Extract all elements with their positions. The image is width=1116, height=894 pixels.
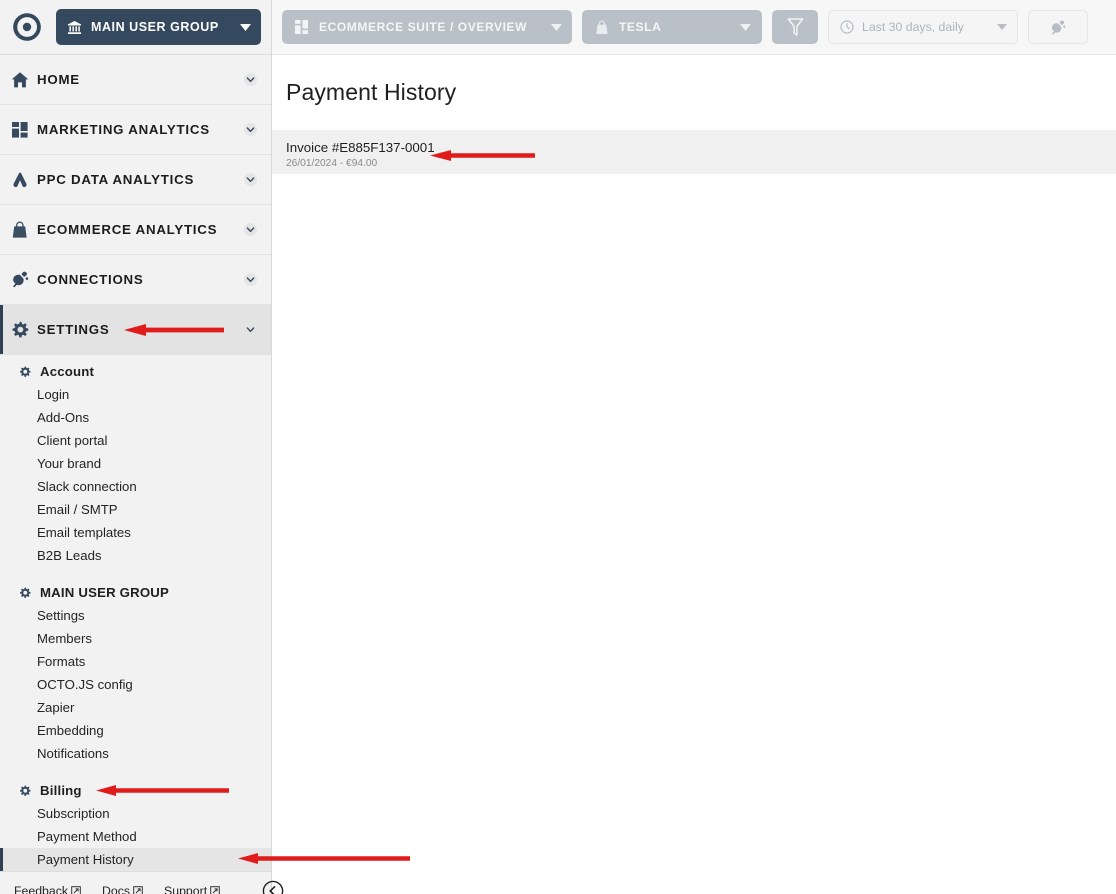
plug-icon	[1050, 19, 1067, 36]
filter-button[interactable]	[772, 10, 818, 44]
sidebar: MAIN USER GROUP HOME MARKETING ANALYTICS…	[0, 0, 410, 894]
sidebar-item-home[interactable]: HOME	[0, 55, 271, 105]
sidebar-item-ppc-data-analytics-label: PPC DATA ANALYTICS	[37, 172, 195, 187]
support-link-label: Support	[164, 884, 208, 894]
sidebar-item-email-smtp[interactable]: Email / SMTP	[0, 498, 271, 521]
invoice-title: Invoice #E885F137-0001	[286, 139, 435, 155]
account-selector-label: TESLA	[619, 20, 662, 34]
sidebar-item-ecommerce-analytics[interactable]: ECOMMERCE ANALYTICS	[0, 205, 271, 255]
sidebar-item-subscription[interactable]: Subscription	[0, 802, 271, 825]
external-link-icon	[71, 886, 81, 894]
sidebar-item-ppc-data-analytics[interactable]: PPC DATA ANALYTICS	[0, 155, 271, 205]
chevron-down-icon[interactable]	[243, 223, 257, 236]
main-user-group-section-label: MAIN USER GROUP	[40, 585, 170, 600]
invoice-row[interactable]: Invoice #E885F137-0001 26/01/2024 - €94.…	[272, 130, 1116, 174]
sidebar-item-ecommerce-analytics-label: ECOMMERCE ANALYTICS	[37, 222, 218, 237]
main-area: ECOMMERCE SUITE / OVERVIEW TESLA Last 30…	[272, 0, 1116, 894]
account-section-label: Account	[40, 364, 95, 379]
shopping-bag-icon	[595, 20, 609, 35]
sidebar-footer: Feedback Docs Support	[0, 871, 284, 894]
invoice-meta: 26/01/2024 - €94.00	[286, 157, 378, 169]
sidebar-nav: HOME MARKETING ANALYTICS PPC DATA ANALYT…	[0, 55, 271, 355]
sidebar-item-b2b-leads[interactable]: B2B Leads	[0, 544, 271, 567]
sidebar-item-your-brand[interactable]: Your brand	[0, 452, 271, 475]
connections-button[interactable]	[1028, 10, 1088, 44]
chevron-down-icon[interactable]	[243, 173, 257, 186]
gear-icon	[11, 321, 37, 339]
chevron-down-icon	[240, 23, 251, 31]
date-range-label: Last 30 days, daily	[862, 20, 964, 34]
app-root: MAIN USER GROUP HOME MARKETING ANALYTICS…	[0, 0, 1116, 894]
user-group-label: MAIN USER GROUP	[91, 20, 219, 34]
chevron-down-icon[interactable]	[243, 123, 257, 136]
billing-section-header: Billing	[0, 779, 271, 802]
topbar: ECOMMERCE SUITE / OVERVIEW TESLA Last 30…	[272, 0, 1116, 55]
chevron-down-icon[interactable]	[243, 273, 257, 286]
sidebar-item-payment-method[interactable]: Payment Method	[0, 825, 271, 848]
sidebar-item-add-ons[interactable]: Add-Ons	[0, 406, 271, 429]
gear-icon	[19, 587, 31, 599]
sidebar-item-notifications[interactable]: Notifications	[0, 742, 271, 765]
account-section-header: Account	[0, 360, 271, 383]
shopping-bag-icon	[11, 221, 37, 239]
chevron-down-icon[interactable]	[243, 73, 257, 86]
sidebar-item-connections[interactable]: CONNECTIONS	[0, 255, 271, 305]
external-link-icon	[133, 886, 143, 894]
sidebar-item-settings-sub[interactable]: Settings	[0, 604, 271, 627]
sidebar-item-members[interactable]: Members	[0, 627, 271, 650]
sidebar-subnav: Account Login Add-Ons Client portal Your…	[0, 355, 410, 871]
chevron-down-icon	[537, 23, 563, 31]
sidebar-item-login[interactable]: Login	[0, 383, 271, 406]
sidebar-item-formats[interactable]: Formats	[0, 650, 271, 673]
docs-link-label: Docs	[102, 884, 131, 894]
sidebar-item-marketing-analytics-label: MARKETING ANALYTICS	[37, 122, 210, 137]
sidebar-item-octojs-config[interactable]: OCTO.JS config	[0, 673, 271, 696]
sidebar-item-email-templates[interactable]: Email templates	[0, 521, 271, 544]
gear-icon	[19, 366, 31, 378]
billing-section-label: Billing	[40, 783, 82, 798]
ads-peak-icon	[11, 171, 37, 189]
sidebar-header: MAIN USER GROUP	[0, 0, 271, 55]
plug-icon	[11, 270, 37, 289]
home-icon	[11, 71, 37, 89]
annotation-arrow-billing	[96, 784, 229, 802]
circle-arrow-left-icon[interactable]	[262, 880, 284, 894]
octo-target-logo[interactable]	[8, 8, 46, 46]
sidebar-item-embedding[interactable]: Embedding	[0, 719, 271, 742]
feedback-link-label: Feedback	[14, 884, 69, 894]
date-range-selector[interactable]: Last 30 days, daily	[828, 10, 1018, 44]
chevron-down-icon	[997, 24, 1007, 30]
external-link-icon	[210, 886, 220, 894]
bank-icon	[67, 20, 82, 35]
page-title: Payment History	[286, 79, 457, 105]
grid-icon	[295, 20, 309, 34]
feedback-link[interactable]: Feedback	[14, 884, 81, 894]
sidebar-item-connections-label: CONNECTIONS	[37, 272, 144, 287]
grid-icon	[11, 121, 37, 139]
funnel-icon	[787, 17, 804, 37]
support-link[interactable]: Support	[164, 884, 220, 894]
chevron-down-icon[interactable]	[243, 323, 257, 336]
sidebar-item-marketing-analytics[interactable]: MARKETING ANALYTICS	[0, 105, 271, 155]
clock-icon	[840, 20, 854, 34]
sidebar-item-home-label: HOME	[37, 72, 80, 87]
chevron-down-icon	[726, 23, 751, 31]
sidebar-item-client-portal[interactable]: Client portal	[0, 429, 271, 452]
sidebar-item-settings-label: SETTINGS	[37, 322, 110, 337]
docs-link[interactable]: Docs	[102, 884, 143, 894]
suite-selector[interactable]: ECOMMERCE SUITE / OVERVIEW	[282, 10, 572, 44]
user-group-selector[interactable]: MAIN USER GROUP	[56, 9, 261, 45]
sidebar-item-settings[interactable]: SETTINGS	[0, 305, 271, 355]
invoice-list: Invoice #E885F137-0001 26/01/2024 - €94.…	[272, 130, 1116, 174]
sidebar-item-zapier[interactable]: Zapier	[0, 696, 271, 719]
account-selector[interactable]: TESLA	[582, 10, 762, 44]
suite-selector-label: ECOMMERCE SUITE / OVERVIEW	[319, 20, 528, 34]
sidebar-item-payment-history[interactable]: Payment History	[0, 848, 271, 871]
gear-icon	[19, 785, 31, 797]
sidebar-item-slack-connection[interactable]: Slack connection	[0, 475, 271, 498]
main-user-group-section-header: MAIN USER GROUP	[0, 581, 271, 604]
